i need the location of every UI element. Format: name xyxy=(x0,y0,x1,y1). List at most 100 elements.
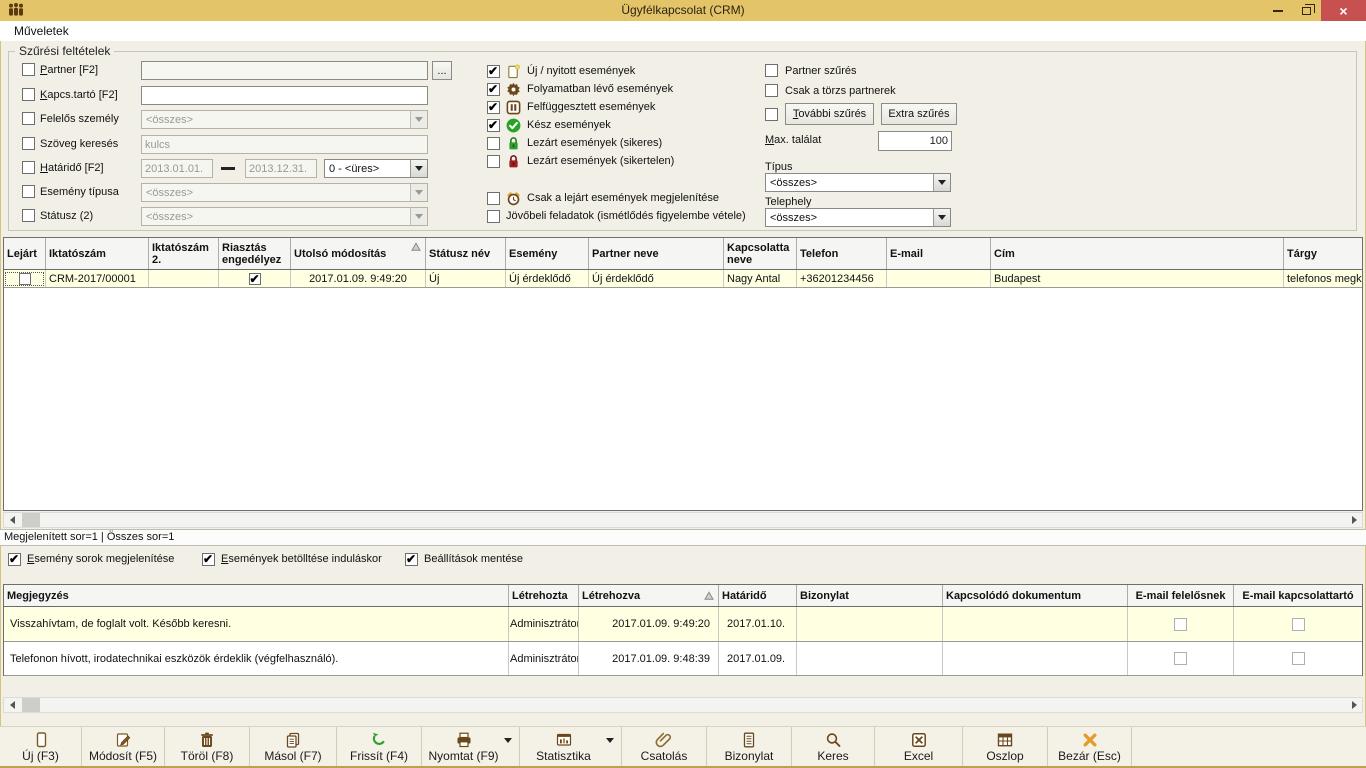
cell-email-kapcsolattarto[interactable] xyxy=(1234,607,1362,641)
search-button[interactable]: Keres xyxy=(792,727,875,766)
cell-email-felelosnek[interactable] xyxy=(1128,642,1234,675)
scroll-right-icon[interactable] xyxy=(1346,698,1362,712)
hatarido-from-input[interactable] xyxy=(141,159,213,178)
excel-button[interactable]: Excel xyxy=(875,727,963,766)
scroll-thumb[interactable] xyxy=(22,698,40,712)
statusz-combo-arrow[interactable] xyxy=(410,208,427,225)
col-bizonylat[interactable]: Bizonylat xyxy=(797,585,943,606)
col-email[interactable]: E-mail xyxy=(887,238,991,269)
col-iktatoszam2[interactable]: Iktatószám 2. xyxy=(149,238,219,269)
col-kapcsolattarto-neve[interactable]: Kapcsolatta neve xyxy=(724,238,797,269)
save-settings-checkbox[interactable] xyxy=(405,553,418,566)
kapcstarto-filter-checkbox[interactable] xyxy=(22,88,35,101)
closed-failed-checkbox[interactable] xyxy=(487,155,500,168)
partner-input[interactable] xyxy=(141,61,428,80)
more-filter-checkbox[interactable] xyxy=(765,108,778,121)
copy-button[interactable]: Másol (F7) xyxy=(250,727,337,766)
felelos-combo-arrow[interactable] xyxy=(410,111,427,128)
hatarido-to-input[interactable] xyxy=(245,159,317,178)
col-lejart[interactable]: Lejárt xyxy=(4,238,46,269)
done-events-checkbox[interactable] xyxy=(487,119,500,132)
core-partners-checkbox[interactable] xyxy=(765,84,778,97)
col-email-felelosnek[interactable]: E-mail felelősnek xyxy=(1128,585,1234,606)
felelos-filter-checkbox[interactable] xyxy=(22,112,35,125)
lejart-checkbox[interactable] xyxy=(19,273,31,285)
cell-riasztas[interactable] xyxy=(219,270,291,287)
email-felelosnek-checkbox[interactable] xyxy=(1174,618,1187,631)
email-kapcsolattarto-checkbox[interactable] xyxy=(1292,618,1305,631)
esemeny-tipusa-checkbox[interactable] xyxy=(22,185,35,198)
more-filter-button[interactable]: További szűrés xyxy=(785,103,874,125)
esemeny-tipusa-arrow[interactable] xyxy=(410,184,427,201)
col-kapcsolodo-dokumentum[interactable]: Kapcsolódó dokumentum xyxy=(943,585,1128,606)
tipus-combo-arrow[interactable] xyxy=(933,174,950,191)
new-events-checkbox[interactable] xyxy=(487,65,500,78)
col-targy[interactable]: Tárgy xyxy=(1284,238,1362,269)
col-cim[interactable]: Cím xyxy=(991,238,1284,269)
partner-filter-checkbox[interactable] xyxy=(22,63,35,76)
statusz-checkbox[interactable] xyxy=(22,209,35,222)
felelos-combo[interactable]: <összes> xyxy=(141,110,428,129)
suspended-events-checkbox[interactable] xyxy=(487,101,500,114)
statusz-combo[interactable]: <összes> xyxy=(141,207,428,226)
modify-button[interactable]: Módosít (F5) xyxy=(82,727,165,766)
columns-button[interactable]: Oszlop xyxy=(963,727,1048,766)
event-row[interactable]: CRM-2017/00001 2017.01.09. 9:49:20 Új Új… xyxy=(4,270,1362,288)
notes-grid-hscrollbar[interactable] xyxy=(3,697,1363,713)
scroll-right-icon[interactable] xyxy=(1346,513,1362,527)
col-hatarido[interactable]: Határidő xyxy=(719,585,797,606)
inprogress-events-checkbox[interactable] xyxy=(487,83,500,96)
cell-lejart[interactable] xyxy=(4,270,46,287)
minimize-button[interactable] xyxy=(1263,0,1292,21)
note-row[interactable]: Telefonon hívott, irodatechnikai eszközö… xyxy=(4,642,1362,676)
partner-szures-checkbox[interactable] xyxy=(765,64,778,77)
close-button[interactable]: × xyxy=(1321,0,1366,21)
new-button[interactable]: Új (F3) xyxy=(0,727,82,766)
szoveg-input[interactable] xyxy=(141,135,428,154)
email-kapcsolattarto-checkbox[interactable] xyxy=(1292,652,1305,665)
attach-button[interactable]: Csatolás xyxy=(622,727,707,766)
scroll-left-icon[interactable] xyxy=(4,698,20,712)
col-letrehozva[interactable]: Létrehozva xyxy=(579,585,719,606)
events-grid-hscrollbar[interactable] xyxy=(3,512,1363,528)
load-on-start-checkbox[interactable] xyxy=(202,553,215,566)
telephely-combo[interactable]: <összes> xyxy=(765,208,951,227)
closed-success-checkbox[interactable] xyxy=(487,137,500,150)
extra-filter-button[interactable]: Extra szűrés xyxy=(881,103,957,125)
refresh-button[interactable]: Frissít (F4) xyxy=(337,727,422,766)
col-partner-neve[interactable]: Partner neve xyxy=(589,238,724,269)
menu-item-muveletek[interactable]: Műveletek xyxy=(10,21,73,41)
col-iktatoszam[interactable]: Iktatószám xyxy=(46,238,149,269)
statistics-button[interactable]: Statisztika xyxy=(520,727,622,766)
szoveg-filter-checkbox[interactable] xyxy=(22,137,35,150)
email-felelosnek-checkbox[interactable] xyxy=(1174,652,1187,665)
expired-only-checkbox[interactable] xyxy=(487,192,500,205)
voucher-button[interactable]: Bizonylat xyxy=(707,727,792,766)
col-email-kapcsolattarto[interactable]: E-mail kapcsolattartó xyxy=(1234,585,1362,606)
col-telefon[interactable]: Telefon xyxy=(797,238,887,269)
col-riasztas[interactable]: Riasztás engedélyez xyxy=(219,238,291,269)
scroll-left-icon[interactable] xyxy=(4,513,20,527)
scroll-thumb[interactable] xyxy=(22,513,40,527)
esemeny-tipusa-combo[interactable]: <összes> xyxy=(141,183,428,202)
cell-email-kapcsolattarto[interactable] xyxy=(1234,642,1362,675)
restore-button[interactable] xyxy=(1292,0,1321,21)
col-megjegyzes[interactable]: Megjegyzés xyxy=(4,585,509,606)
col-esemeny[interactable]: Esemény xyxy=(506,238,589,269)
close-window-button[interactable]: Bezár (Esc) xyxy=(1048,727,1132,766)
telephely-combo-arrow[interactable] xyxy=(933,209,950,226)
hatarido-filter-checkbox[interactable] xyxy=(22,161,35,174)
print-dropdown-icon[interactable] xyxy=(504,743,512,755)
max-results-input[interactable] xyxy=(878,131,952,151)
note-row[interactable]: Visszahívtam, de foglalt volt. Később ke… xyxy=(4,607,1362,642)
partner-browse-button[interactable]: ... xyxy=(432,61,452,80)
col-utolso-modositas[interactable]: Utolsó módosítás xyxy=(291,238,426,269)
print-button[interactable]: Nyomtat (F9) xyxy=(422,727,520,766)
hatarido-mode-arrow[interactable] xyxy=(410,160,427,177)
kapcstarto-input[interactable] xyxy=(141,86,428,105)
col-letrehozta[interactable]: Létrehozta xyxy=(509,585,579,606)
future-tasks-checkbox[interactable] xyxy=(487,210,500,223)
tipus-combo[interactable]: <összes> xyxy=(765,173,951,192)
hatarido-mode-combo[interactable]: 0 - <üres> xyxy=(324,159,428,178)
col-statusz-nev[interactable]: Státusz név xyxy=(426,238,506,269)
